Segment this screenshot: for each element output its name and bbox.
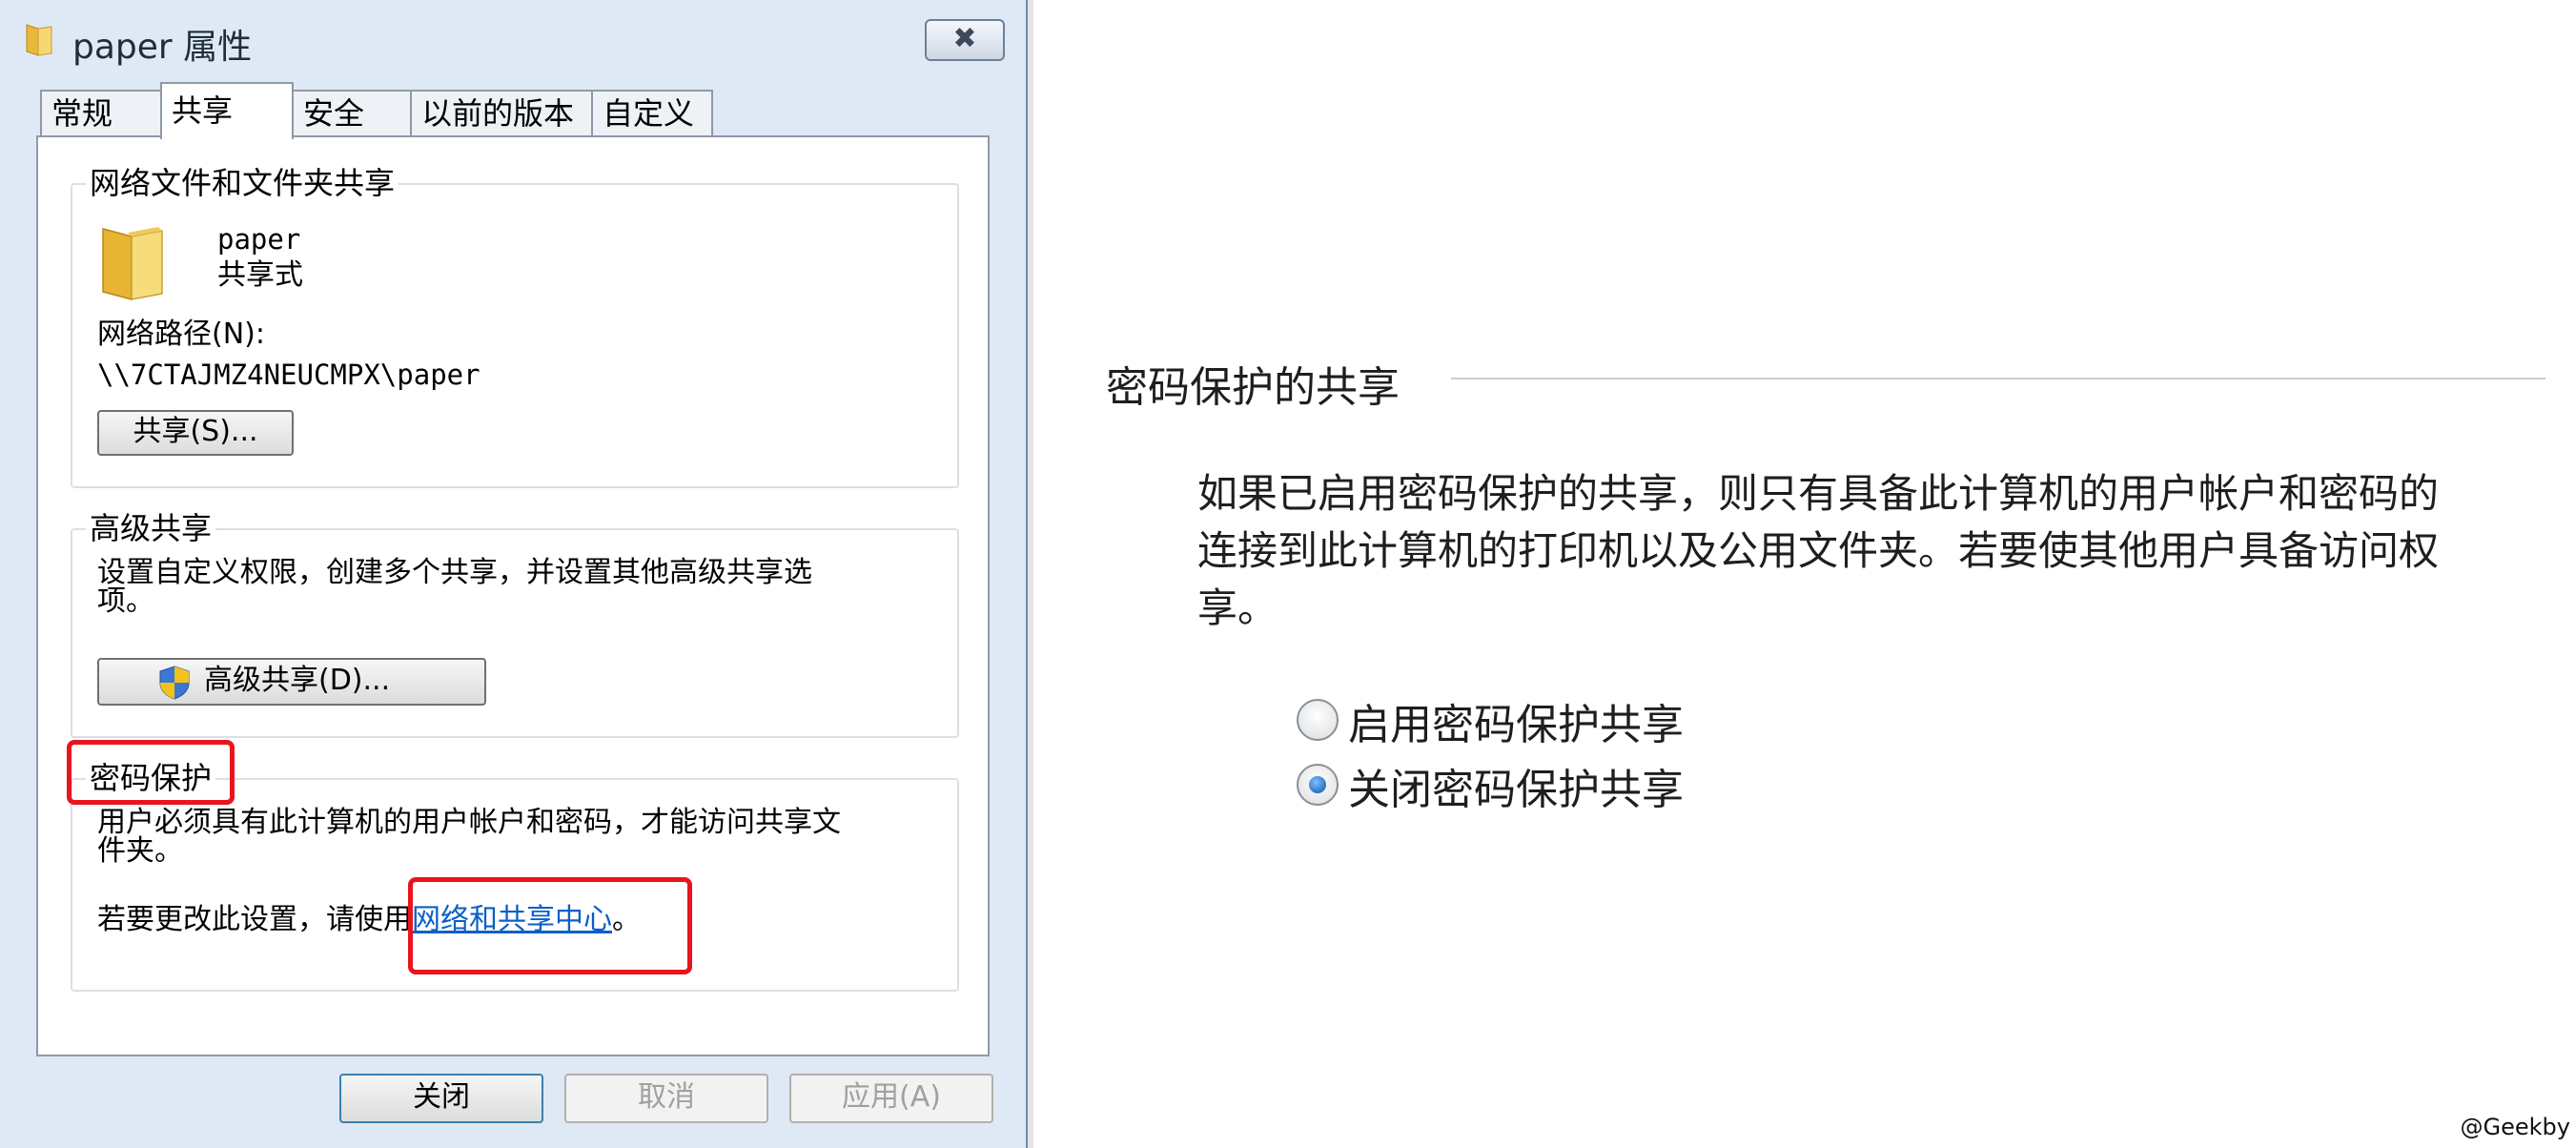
description-line-3: 享。	[1197, 584, 1278, 631]
advanced-sharing-button[interactable]: 高级共享(D)...	[97, 658, 486, 706]
radio-disable-label[interactable]: 关闭密码保护共享	[1348, 755, 1684, 816]
folder-icon	[26, 24, 52, 56]
highlight-box-sharing-center-link	[408, 877, 692, 974]
advanced-sharing-group: 高级共享 设置自定义权限，创建多个共享，并设置其他高级共享选 项。 高级共享(D…	[71, 509, 959, 738]
uac-shield-icon	[159, 666, 190, 700]
network-sharing-group: 网络文件和文件夹共享 paper 共享式 网络路径(N): \\7CTAJMZ4…	[71, 164, 959, 488]
radio-selected-dot	[1309, 776, 1326, 793]
share-button[interactable]: 共享(S)...	[97, 410, 294, 456]
advanced-sharing-description-1: 设置自定义权限，创建多个共享，并设置其他高级共享选	[97, 556, 812, 589]
password-protection-description-2: 件夹。	[97, 834, 183, 868]
window-edge	[1028, 0, 1033, 1148]
highlight-box-password-protection	[67, 740, 235, 805]
radio-enable-label[interactable]: 启用密码保护共享	[1348, 690, 1684, 751]
network-sharing-legend: 网络文件和文件夹共享	[86, 164, 399, 202]
close-window-button[interactable]: ✖	[925, 19, 1005, 61]
properties-dialog: paper 属性 ✖ 常规 共享 安全 以前的版本 自定义 网络文件和文件夹共享…	[0, 0, 1028, 1148]
cancel-button[interactable]: 取消	[564, 1074, 768, 1123]
description-line-1: 如果已启用密码保护的共享，则只有具备此计算机的用户帐户和密码的	[1197, 470, 2440, 517]
watermark-credit: @Geekby	[2460, 1114, 2570, 1140]
advanced-sharing-description-2: 项。	[97, 584, 154, 618]
dialog-title: paper 属性	[72, 28, 253, 67]
close-button[interactable]: 关闭	[339, 1074, 543, 1123]
description-line-2: 连接到此计算机的打印机以及公用文件夹。若要使其他用户具备访问权	[1197, 527, 2440, 574]
tab-security[interactable]: 安全	[292, 90, 412, 137]
network-path-value: \\7CTAJMZ4NEUCMPX\paper	[97, 359, 480, 391]
heading-divider	[1451, 378, 2545, 379]
password-protection-description-1: 用户必须具有此计算机的用户帐户和密码，才能访问共享文	[97, 806, 841, 839]
network-path-label: 网络路径(N):	[97, 318, 265, 351]
section-heading: 密码保护的共享	[1106, 363, 1400, 412]
radio-enable[interactable]	[1297, 699, 1339, 741]
tab-general[interactable]: 常规	[40, 90, 162, 137]
tab-customize[interactable]: 自定义	[591, 90, 713, 137]
section-description: 如果已启用密码保护的共享，则只有具备此计算机的用户帐户和密码的 连接到此计算机的…	[1197, 465, 2549, 646]
close-icon: ✖	[952, 22, 977, 55]
folder-icon	[102, 227, 163, 300]
tab-previous-versions[interactable]: 以前的版本	[410, 90, 593, 137]
folder-name: paper	[217, 223, 301, 256]
tab-sharing[interactable]: 共享	[160, 82, 294, 139]
apply-button[interactable]: 应用(A)	[789, 1074, 993, 1123]
radio-disable[interactable]	[1297, 764, 1339, 806]
advanced-sharing-legend: 高级共享	[86, 509, 216, 547]
share-status: 共享式	[217, 258, 303, 292]
title-bar[interactable]: paper 属性 ✖	[0, 0, 1026, 82]
